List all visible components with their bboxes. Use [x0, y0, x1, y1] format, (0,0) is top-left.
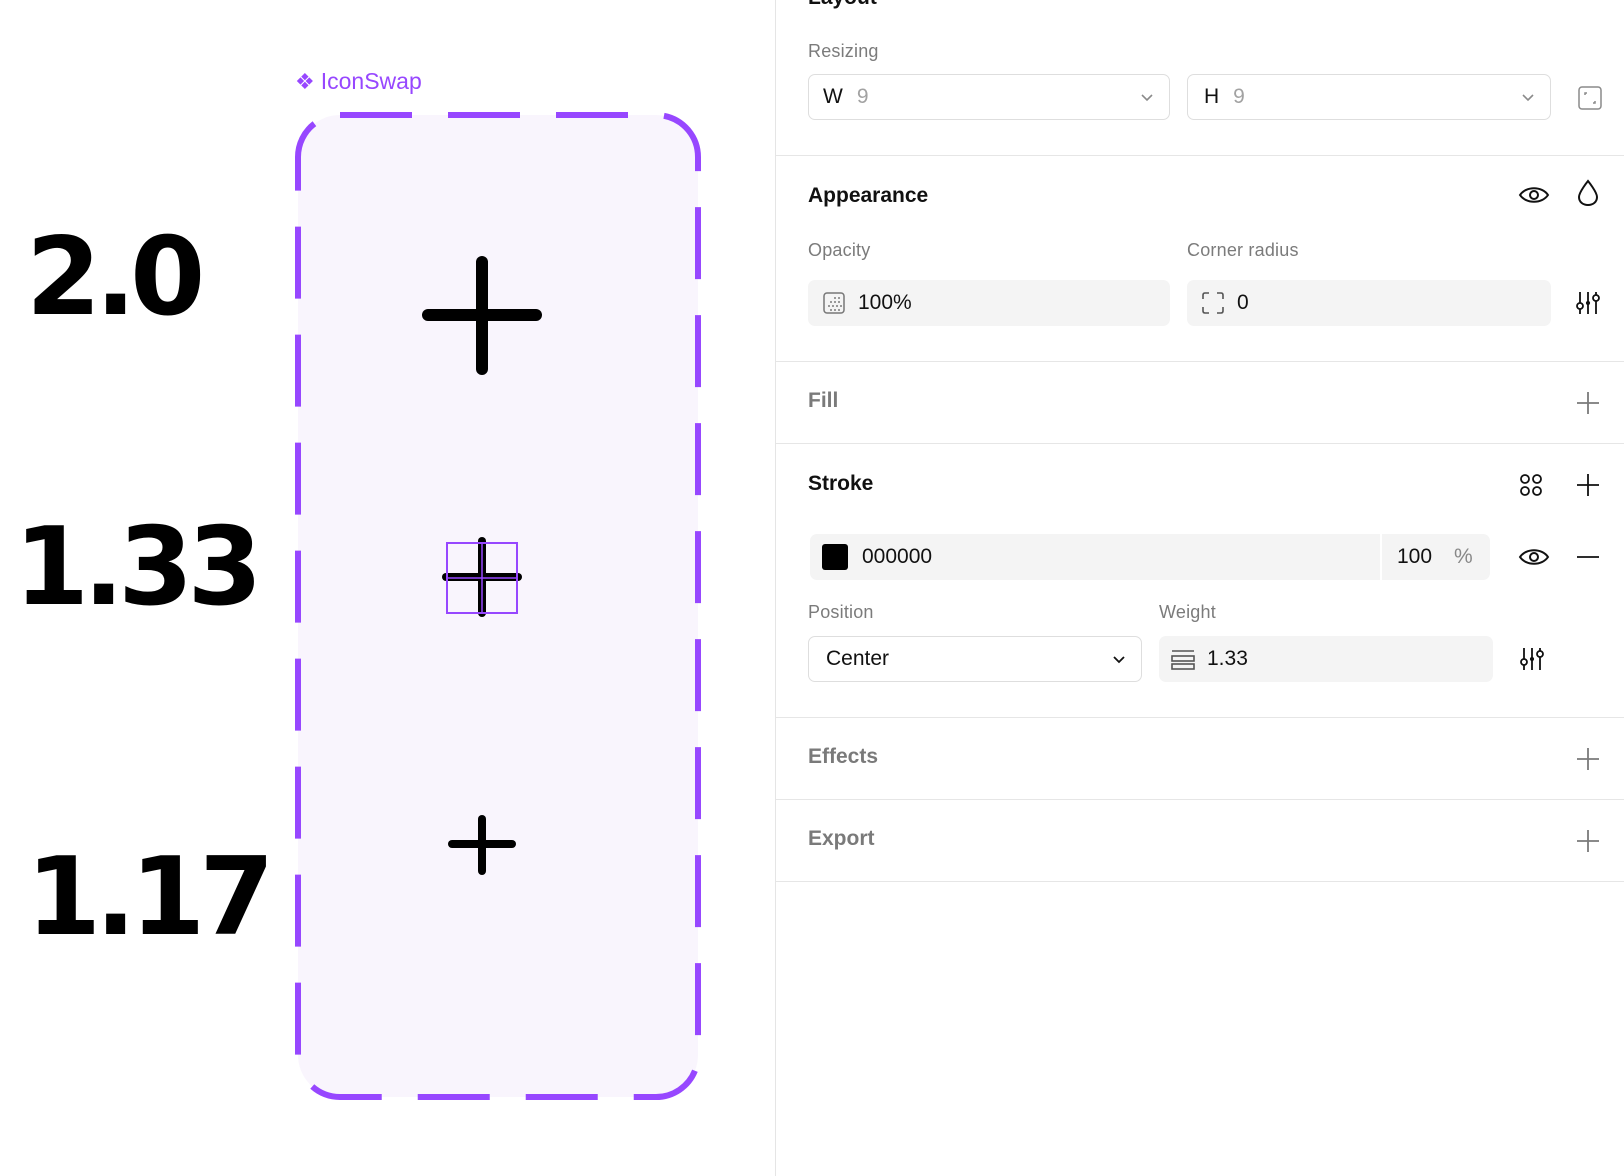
styles-grid-icon — [1520, 474, 1542, 496]
fill-title: Fill — [808, 389, 839, 412]
plus-icon — [1577, 392, 1599, 414]
width-dropdown[interactable]: W 9 — [808, 74, 1170, 120]
resizing-label: Resizing — [808, 41, 879, 61]
opacity-icon — [823, 292, 845, 314]
appearance-title: Appearance — [808, 184, 929, 207]
stroke-weight-icon — [1171, 650, 1195, 670]
component-set-label[interactable]: ❖ IconSwap — [295, 68, 422, 95]
stroke-opacity-value: 100 — [1397, 545, 1433, 568]
design-canvas[interactable]: 2.0 1.33 1.17 ❖ IconSwap — [0, 0, 748, 1176]
independent-corners-button[interactable] — [1573, 288, 1603, 318]
stroke-color-hex: 000000 — [862, 545, 933, 568]
chevron-down-icon — [1141, 94, 1153, 102]
properties-panel: Layout Resizing W 9 H 9 Appearance — [775, 0, 1624, 1176]
stroke-label-large: 2.0 — [26, 215, 205, 340]
corner-radius-icon — [1202, 292, 1224, 314]
eye-icon — [1518, 549, 1550, 565]
effects-section: Effects — [776, 718, 1624, 800]
plus-icon — [1577, 474, 1599, 496]
component-icon: ❖ — [295, 68, 315, 94]
stroke-color-input[interactable]: 000000 — [810, 534, 1380, 580]
drop-icon — [1577, 179, 1599, 207]
stroke-position-value: Center — [826, 647, 890, 670]
fill-section: Fill — [776, 362, 1624, 444]
layout-title: Layout — [808, 0, 877, 10]
component-set-border — [295, 112, 701, 1100]
width-prefix: W — [823, 85, 843, 108]
width-value: 9 — [856, 85, 869, 108]
weight-label: Weight — [1159, 602, 1216, 622]
eye-icon — [1518, 187, 1550, 203]
stroke-opacity-input[interactable]: 100 % — [1382, 534, 1490, 580]
height-prefix: H — [1204, 85, 1220, 108]
blend-mode-button[interactable] — [1573, 178, 1603, 208]
opacity-label: Opacity — [808, 240, 871, 260]
add-fill-button[interactable] — [1573, 388, 1603, 418]
stroke-label-medium: 1.33 — [14, 505, 262, 630]
stroke-styles-button[interactable] — [1516, 470, 1546, 500]
add-effect-button[interactable] — [1573, 744, 1603, 774]
chevron-down-icon — [1113, 656, 1125, 664]
corner-radius-value: 0 — [1237, 291, 1249, 314]
layout-section: Layout Resizing W 9 H 9 — [776, 0, 1624, 156]
export-title: Export — [808, 827, 875, 850]
remove-stroke-button[interactable] — [1573, 542, 1603, 572]
add-export-button[interactable] — [1573, 826, 1603, 856]
stroke-section: Stroke 000000 100 % Position Weight Cent… — [776, 444, 1624, 718]
height-value: 9 — [1233, 85, 1245, 108]
resize-to-fit-button[interactable] — [1575, 83, 1605, 113]
stroke-title: Stroke — [808, 472, 874, 495]
stroke-weight-input[interactable]: 1.33 — [1159, 636, 1493, 682]
opacity-input[interactable]: 100% — [808, 280, 1170, 326]
opacity-value: 100% — [858, 291, 912, 314]
stroke-visibility-button[interactable] — [1516, 542, 1552, 572]
plus-icon — [1577, 830, 1599, 852]
stroke-label-small: 1.17 — [26, 835, 274, 960]
toggle-visibility-button[interactable] — [1516, 180, 1552, 210]
effects-title: Effects — [808, 745, 879, 768]
component-set-frame[interactable] — [294, 111, 702, 1101]
corner-radius-label: Corner radius — [1187, 240, 1299, 260]
sliders-icon — [1520, 648, 1544, 670]
stroke-position-dropdown[interactable]: Center — [808, 636, 1142, 682]
minus-icon — [1577, 556, 1599, 558]
plus-icon — [1577, 748, 1599, 770]
appearance-section: Appearance Opacity Corner radius 100% 0 — [776, 156, 1624, 362]
corner-radius-input[interactable]: 0 — [1187, 280, 1551, 326]
height-dropdown[interactable]: H 9 — [1187, 74, 1551, 120]
resize-icon — [1578, 86, 1602, 110]
advanced-stroke-button[interactable] — [1517, 644, 1547, 674]
chevron-down-icon — [1522, 94, 1534, 102]
position-label: Position — [808, 602, 874, 622]
export-section: Export — [776, 800, 1624, 882]
component-name: IconSwap — [320, 68, 422, 94]
stroke-color-swatch[interactable] — [822, 544, 848, 570]
stroke-weight-value: 1.33 — [1207, 647, 1248, 670]
add-stroke-button[interactable] — [1573, 470, 1603, 500]
sliders-icon — [1576, 292, 1600, 314]
stroke-opacity-unit: % — [1454, 545, 1473, 568]
